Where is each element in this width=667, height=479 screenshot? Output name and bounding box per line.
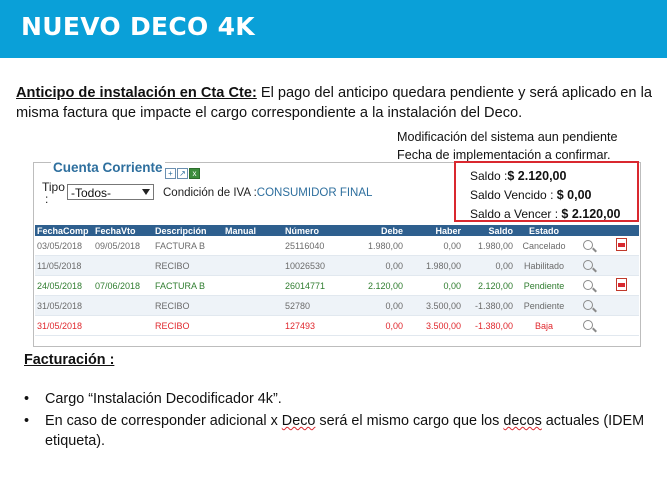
cell-saldo: 1.980,00 bbox=[463, 236, 515, 256]
cell-numero: 26014771 bbox=[283, 275, 353, 296]
search-icon[interactable] bbox=[583, 239, 593, 250]
saldo-vencido-line: Saldo Vencido : $ 0,00 bbox=[470, 188, 592, 202]
pdf-icon[interactable] bbox=[615, 238, 627, 251]
cell-manual bbox=[223, 295, 283, 316]
facturacion-heading: Facturación : bbox=[24, 352, 115, 368]
table-row: 11/05/2018 RECIBO 10026530 0,00 1.980,00 0,00… bbox=[35, 255, 639, 276]
col-numero[interactable]: Número bbox=[283, 225, 353, 236]
cell-descripcion: FACTURA B bbox=[153, 275, 223, 296]
cell-fechavto bbox=[93, 295, 153, 316]
cell-descripcion: RECIBO bbox=[153, 315, 223, 336]
cell-fechacomp: 24/05/2018 bbox=[35, 275, 93, 296]
cell-fechacomp: 11/05/2018 bbox=[35, 255, 93, 276]
col-saldo[interactable]: Saldo bbox=[463, 225, 515, 236]
cuenta-corriente-panel: Cuenta Corriente + ↗ x Tipo : -Todos- Cond… bbox=[33, 160, 641, 347]
cell-fechavto bbox=[93, 315, 153, 336]
col-manual[interactable]: Manual bbox=[223, 225, 283, 236]
cell-fechavto: 07/06/2018 bbox=[93, 275, 153, 296]
cell-descripcion: FACTURA B bbox=[153, 236, 223, 256]
cell-estado: Pendiente bbox=[515, 275, 573, 296]
table-row: 31/05/2018 RECIBO 127493 0,00 3.500,00 -1.380… bbox=[35, 315, 639, 336]
table-row: 24/05/2018 07/06/2018 FACTURA B 26014771 2.1… bbox=[35, 275, 639, 296]
cell-haber: 1.980,00 bbox=[405, 255, 463, 276]
cell-numero: 10026530 bbox=[283, 255, 353, 276]
saldo-summary-box: Saldo :$ 2.120,00 Saldo Vencido : $ 0,00… bbox=[454, 161, 639, 222]
cell-haber: 0,00 bbox=[405, 275, 463, 296]
cell-estado: Baja bbox=[515, 315, 573, 336]
cell-estado: Pendiente bbox=[515, 295, 573, 316]
cell-debe: 0,00 bbox=[353, 295, 405, 316]
col-fechavto[interactable]: FechaVto bbox=[93, 225, 153, 236]
tipo-select[interactable]: -Todos- bbox=[67, 184, 154, 200]
facturacion-list: Cargo “Instalación Decodificador 4k”. En… bbox=[24, 389, 664, 453]
search-icon[interactable] bbox=[583, 299, 593, 310]
list-item: Cargo “Instalación Decodificador 4k”. bbox=[24, 389, 664, 409]
cell-numero: 25116040 bbox=[283, 236, 353, 256]
search-icon[interactable] bbox=[583, 259, 593, 270]
table-header-row: FechaComp FechaVto Descripción Manual Nú… bbox=[35, 225, 639, 236]
cell-haber: 3.500,00 bbox=[405, 315, 463, 336]
cell-haber: 0,00 bbox=[405, 236, 463, 256]
cell-numero: 52780 bbox=[283, 295, 353, 316]
cell-debe: 1.980,00 bbox=[353, 236, 405, 256]
cell-saldo: 0,00 bbox=[463, 255, 515, 276]
add-icon[interactable]: + bbox=[165, 168, 176, 179]
saldo-a-vencer-line: Saldo a Vencer : $ 2.120,00 bbox=[470, 207, 621, 221]
cell-numero: 127493 bbox=[283, 315, 353, 336]
expand-icon[interactable]: ↗ bbox=[177, 168, 188, 179]
pdf-icon[interactable] bbox=[615, 278, 627, 291]
cell-haber: 3.500,00 bbox=[405, 295, 463, 316]
cell-debe: 0,00 bbox=[353, 255, 405, 276]
cell-fechacomp: 31/05/2018 bbox=[35, 295, 93, 316]
cell-fechacomp: 31/05/2018 bbox=[35, 315, 93, 336]
panel-toolbar: + ↗ x bbox=[165, 163, 201, 181]
saldo-line: Saldo :$ 2.120,00 bbox=[470, 169, 567, 183]
col-fechacomp[interactable]: FechaComp bbox=[35, 225, 93, 236]
excel-export-icon[interactable]: x bbox=[189, 168, 200, 179]
col-haber[interactable]: Haber bbox=[405, 225, 463, 236]
cell-fechavto: 09/05/2018 bbox=[93, 236, 153, 256]
col-debe[interactable]: Debe bbox=[353, 225, 405, 236]
cell-debe: 0,00 bbox=[353, 315, 405, 336]
cell-estado: Cancelado bbox=[515, 236, 573, 256]
cell-manual bbox=[223, 236, 283, 256]
search-icon[interactable] bbox=[583, 279, 593, 290]
cell-manual bbox=[223, 315, 283, 336]
cuenta-corriente-title: Cuenta Corriente bbox=[51, 160, 165, 175]
cell-fechavto bbox=[93, 255, 153, 276]
list-item: En caso de corresponder adicional x Deco… bbox=[24, 411, 664, 451]
col-estado[interactable]: Estado bbox=[515, 225, 573, 236]
chevron-down-icon bbox=[142, 189, 150, 195]
cell-estado: Habilitado bbox=[515, 255, 573, 276]
search-icon[interactable] bbox=[583, 319, 593, 330]
cell-saldo: 2.120,00 bbox=[463, 275, 515, 296]
tipo-label: Tipo : bbox=[42, 180, 65, 206]
table-row: 03/05/2018 09/05/2018 FACTURA B 25116040 1.9… bbox=[35, 236, 639, 256]
table-row: 31/05/2018 RECIBO 52780 0,00 3.500,00 -1.380,… bbox=[35, 295, 639, 316]
cell-manual bbox=[223, 255, 283, 276]
movimientos-table: FechaComp FechaVto Descripción Manual Nú… bbox=[35, 225, 639, 336]
cell-descripcion: RECIBO bbox=[153, 255, 223, 276]
cell-saldo: -1.380,00 bbox=[463, 315, 515, 336]
cell-manual bbox=[223, 275, 283, 296]
condicion-iva: Condición de IVA :CONSUMIDOR FINAL bbox=[163, 187, 373, 199]
cell-debe: 2.120,00 bbox=[353, 275, 405, 296]
col-descripcion[interactable]: Descripción bbox=[153, 225, 223, 236]
cell-saldo: -1.380,00 bbox=[463, 295, 515, 316]
cell-fechacomp: 03/05/2018 bbox=[35, 236, 93, 256]
cell-descripcion: RECIBO bbox=[153, 295, 223, 316]
